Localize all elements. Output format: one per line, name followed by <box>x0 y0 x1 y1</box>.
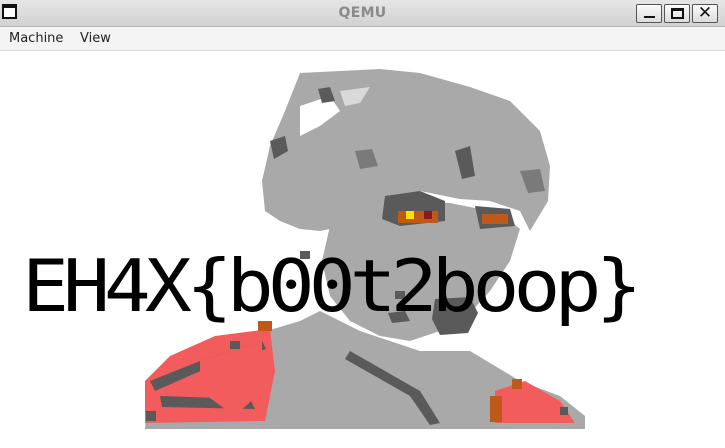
window-title: QEMU <box>338 5 387 21</box>
vm-display[interactable]: EH4X{b00t2boop} <box>0 51 725 448</box>
close-icon: ✕ <box>697 3 713 23</box>
maximize-button[interactable] <box>664 4 690 23</box>
minimize-icon <box>644 16 655 18</box>
close-button[interactable]: ✕ <box>692 3 718 23</box>
menu-machine[interactable]: Machine <box>9 31 63 46</box>
menu-view[interactable]: View <box>80 31 111 46</box>
minimize-button[interactable] <box>636 4 662 23</box>
menu-bar: Machine View <box>0 27 725 51</box>
maximize-icon <box>671 8 684 19</box>
title-bar[interactable]: QEMU ✕ <box>0 0 725 27</box>
flag-text: EH4X{b00t2boop} <box>22 245 642 329</box>
